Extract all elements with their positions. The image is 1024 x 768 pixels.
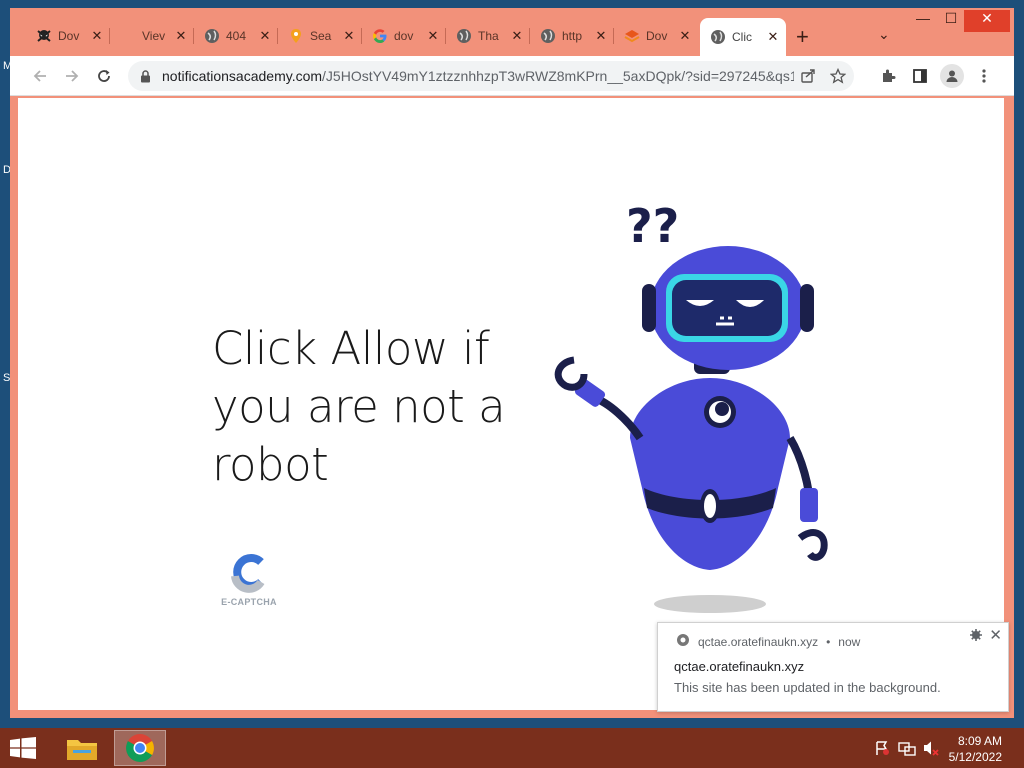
- blank-icon: [120, 28, 136, 44]
- captcha-label: E-CAPTCHA: [221, 597, 277, 607]
- url-host: notificationsacademy.com: [162, 68, 323, 84]
- tab-title: 404: [226, 29, 247, 43]
- close-tab-icon[interactable]: ✕: [766, 29, 780, 45]
- tab-search-button[interactable]: ⌄: [878, 26, 890, 43]
- tab[interactable]: Dov ✕: [614, 20, 698, 52]
- windows-start-icon[interactable]: [10, 737, 36, 764]
- system-clock[interactable]: 8:09 AM 5/12/2022: [949, 733, 1002, 765]
- close-tab-icon[interactable]: ✕: [174, 28, 188, 44]
- close-tab-icon[interactable]: ✕: [510, 28, 524, 44]
- lock-icon[interactable]: [140, 69, 152, 83]
- extensions-icon[interactable]: [876, 64, 900, 88]
- push-notification[interactable]: qctae.oratefinaukn.xyz • now ✕ qctae.ora…: [657, 622, 1009, 712]
- chrome-taskbar-icon[interactable]: [114, 730, 166, 766]
- notification-time: now: [838, 634, 861, 649]
- tab-title: dov: [394, 29, 414, 43]
- robot-illustration: ??: [518, 188, 838, 623]
- chrome-icon: [676, 633, 690, 650]
- globe-icon: [204, 28, 220, 44]
- url-path: /J5HOstYV49mY1ztzznhhzpT3wRWZ8mKPrn__5ax…: [322, 68, 794, 84]
- volume-muted-icon[interactable]: [922, 740, 940, 759]
- skull-icon: [36, 28, 52, 44]
- url-text[interactable]: notificationsacademy.com/J5HOstYV49mY1zt…: [162, 68, 794, 84]
- tab-title: Viev: [142, 29, 166, 43]
- notification-origin: qctae.oratefinaukn.xyz: [698, 634, 819, 649]
- globe-icon: [710, 29, 726, 45]
- close-tab-icon[interactable]: ✕: [594, 28, 608, 44]
- action-center-flag-icon[interactable]: [874, 740, 890, 759]
- bullet-separator: •: [826, 634, 831, 649]
- address-bar[interactable]: notificationsacademy.com/J5HOstYV49mY1zt…: [128, 61, 854, 91]
- profile-avatar-icon[interactable]: [940, 64, 964, 88]
- tab-title: Clic: [732, 30, 752, 44]
- browser-window: Dov ✕ Viev ✕ 404 ✕ Sea ✕ dov ✕ Tha ✕ htt…: [10, 8, 1014, 718]
- tab[interactable]: Sea ✕: [278, 20, 362, 52]
- stack-icon: [624, 28, 640, 44]
- maximize-button[interactable]: ☐: [936, 10, 966, 32]
- page-headline: Click Allow if you are not a robot: [212, 322, 506, 491]
- browser-toolbar: notificationsacademy.com/J5HOstYV49mY1zt…: [10, 56, 1014, 96]
- tab-title: Dov: [58, 29, 80, 43]
- new-tab-button[interactable]: +: [796, 24, 809, 50]
- tab-title: http: [562, 29, 583, 43]
- tab-active[interactable]: Clic ✕: [700, 18, 786, 56]
- taskbar: 8:09 AM 5/12/2022: [0, 728, 1024, 768]
- tab[interactable]: Viev ✕: [110, 20, 194, 52]
- tab[interactable]: 404 ✕: [194, 20, 278, 52]
- clock-date: 5/12/2022: [948, 750, 1002, 764]
- ecaptcha-logo: E-CAPTCHA: [214, 550, 284, 607]
- tab[interactable]: http ✕: [530, 20, 614, 52]
- tab[interactable]: Tha ✕: [446, 20, 530, 52]
- notification-title: qctae.oratefinaukn.xyz: [674, 659, 805, 674]
- close-tab-icon[interactable]: ✕: [342, 28, 356, 44]
- tab[interactable]: dov ✕: [362, 20, 446, 52]
- close-tab-icon[interactable]: ✕: [678, 28, 692, 44]
- share-icon[interactable]: [794, 68, 822, 84]
- close-tab-icon[interactable]: ✕: [258, 28, 272, 44]
- menu-dots-icon[interactable]: [972, 64, 996, 88]
- map-pin-icon: [288, 28, 304, 44]
- bookmark-star-icon[interactable]: [822, 68, 854, 84]
- tab-title: Dov: [646, 29, 668, 43]
- close-icon[interactable]: ✕: [989, 626, 1002, 644]
- close-window-button[interactable]: ✕: [964, 10, 1010, 32]
- forward-arrow-icon[interactable]: [60, 64, 84, 88]
- gear-icon[interactable]: [970, 629, 982, 644]
- side-panel-icon[interactable]: [908, 64, 932, 88]
- close-tab-icon[interactable]: ✕: [90, 28, 104, 44]
- tab-title: Tha: [478, 29, 499, 43]
- close-tab-icon[interactable]: ✕: [426, 28, 440, 44]
- network-icon[interactable]: [898, 740, 916, 759]
- notification-message: This site has been updated in the backgr…: [674, 680, 941, 695]
- clock-time: 8:09 AM: [957, 734, 1002, 748]
- question-marks: ??: [626, 199, 679, 253]
- notification-header: qctae.oratefinaukn.xyz • now: [676, 633, 860, 650]
- file-explorer-icon[interactable]: [56, 730, 108, 766]
- back-arrow-icon[interactable]: [28, 64, 52, 88]
- globe-icon: [540, 28, 556, 44]
- captcha-c-icon: [231, 554, 265, 593]
- reload-icon[interactable]: [92, 64, 116, 88]
- tab-strip: Dov ✕ Viev ✕ 404 ✕ Sea ✕ dov ✕ Tha ✕ htt…: [10, 8, 1014, 56]
- minimize-button[interactable]: —: [908, 10, 938, 32]
- globe-icon: [456, 28, 472, 44]
- page-content: Click Allow if you are not a robot E-CAP…: [18, 98, 1004, 710]
- google-icon: [372, 28, 388, 44]
- tab[interactable]: Dov ✕: [26, 20, 110, 52]
- tab-title: Sea: [310, 29, 332, 43]
